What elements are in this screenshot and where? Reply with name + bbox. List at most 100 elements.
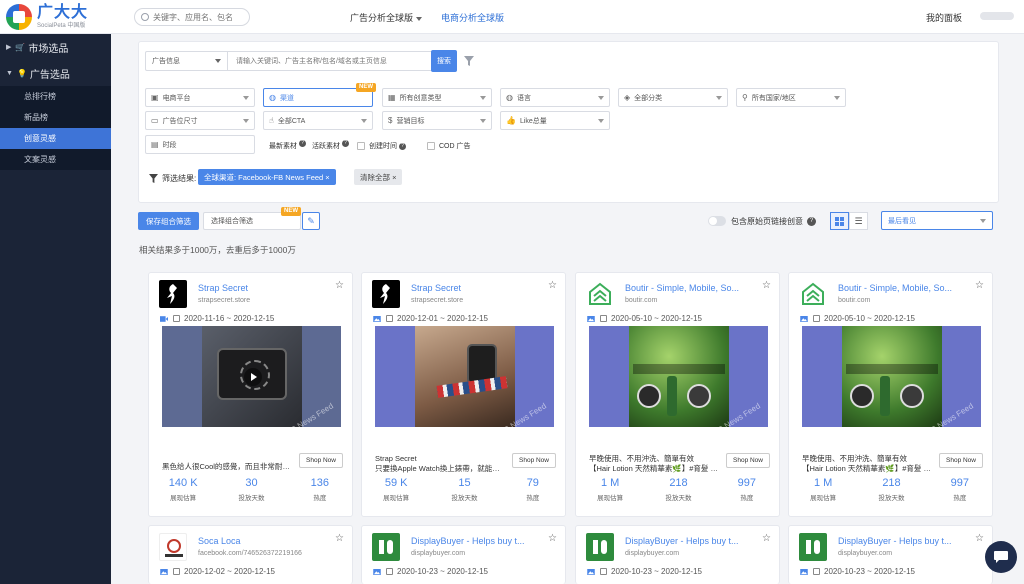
chat-support-button[interactable] <box>985 541 1017 573</box>
logo[interactable]: 广大大 SocialPeta 中国版 <box>6 4 88 30</box>
advertiser-name[interactable]: DisplayBuyer - Helps buy t... <box>838 536 973 546</box>
ad-size-select[interactable]: ▭ 广告位尺寸 <box>145 111 255 130</box>
calendar-icon <box>173 568 180 575</box>
include-landing-label: 包含原始页链接创意? <box>731 216 816 227</box>
active-material-filter[interactable]: 活跃素材? <box>312 139 349 151</box>
star-icon[interactable]: ☆ <box>975 280 984 291</box>
advertiser-name[interactable]: Strap Secret <box>198 283 333 293</box>
cta-select[interactable]: ☝ 全部CTA <box>263 111 373 130</box>
search-button[interactable]: 搜索 <box>431 50 457 72</box>
sidebar-group-market[interactable]: ▶ 🛒 市场选品 <box>0 34 111 60</box>
advertiser-name[interactable]: DisplayBuyer - Helps buy t... <box>411 536 546 546</box>
days-stat: 218 投放天数 <box>857 477 925 502</box>
marketing-goal-select[interactable]: $ 营销目标 <box>382 111 492 130</box>
sidebar-item-total-rank[interactable]: 总排行榜 <box>0 86 111 107</box>
advertiser-name[interactable]: Soca Loca <box>198 536 333 546</box>
chevron-down-icon <box>416 16 423 21</box>
like-total-select[interactable]: 👍 Like总量 <box>500 111 610 130</box>
ad-card[interactable]: Strap Secret strapsecret.store ☆ 2020-12… <box>361 272 566 517</box>
star-icon[interactable]: ☆ <box>548 533 557 544</box>
latest-material-filter[interactable]: 最新素材? <box>269 139 306 151</box>
top-search-box[interactable] <box>134 8 250 26</box>
ad-copy-title: Strap Secret <box>375 454 417 463</box>
days-value: 218 <box>882 477 901 489</box>
advertiser-name[interactable]: Boutir - Simple, Mobile, So... <box>625 283 760 293</box>
help-icon[interactable]: ? <box>807 217 816 226</box>
date-range-text: 2020-11-16 ~ 2020-12-15 <box>184 314 275 323</box>
heat-stat: 136 热度 <box>286 477 354 502</box>
tab-ad-analysis[interactable]: 广告分析全球版 <box>350 11 423 24</box>
category-select[interactable]: ◈ 全部分类 <box>618 88 728 107</box>
my-dashboard-link[interactable]: 我的面板 <box>926 11 962 24</box>
language-select[interactable]: ◍ 语言 <box>500 88 610 107</box>
cta-button[interactable]: Shop Now <box>939 453 983 468</box>
list-view-button[interactable]: ☰ <box>849 212 868 230</box>
days-value: 218 <box>669 477 688 489</box>
calendar-icon <box>600 568 607 575</box>
date-range: 2020-10-23 ~ 2020-12-15 <box>373 567 488 576</box>
star-icon[interactable]: ☆ <box>762 280 771 291</box>
sidebar-item-copy[interactable]: 文案灵感 <box>0 149 111 170</box>
creative-media[interactable]: FB News Feed <box>802 326 981 427</box>
user-avatar[interactable] <box>980 12 1014 20</box>
sort-select[interactable]: 最后看见 <box>881 211 993 230</box>
tab-ecommerce-analysis[interactable]: 电商分析全球版 <box>441 11 504 24</box>
star-icon[interactable]: ☆ <box>762 533 771 544</box>
grid-view-button[interactable] <box>830 212 849 230</box>
sidebar-item-new-products[interactable]: 新品榜 <box>0 107 111 128</box>
save-combo-button[interactable]: 保存组合筛选 <box>138 212 199 230</box>
advertiser-logo <box>159 533 187 561</box>
include-landing-toggle[interactable] <box>708 216 726 226</box>
heat-value: 79 <box>526 477 539 489</box>
country-select[interactable]: ⚲ 所有国家/地区 <box>736 88 846 107</box>
ad-card[interactable]: DisplayBuyer - Helps buy t... displaybuy… <box>788 525 993 584</box>
top-search-input[interactable] <box>153 12 243 22</box>
advertiser-logo <box>372 533 400 561</box>
ad-card[interactable]: Strap Secret strapsecret.store ☆ 2020-11… <box>148 272 353 517</box>
ad-size-label: 广告位尺寸 <box>162 117 198 125</box>
advertiser-domain: displaybuyer.com <box>411 550 466 557</box>
ad-card[interactable]: Boutir - Simple, Mobile, So... boutir.co… <box>575 272 780 517</box>
creative-media[interactable]: FB News Feed <box>162 326 341 427</box>
ad-search-box: 广告信息 <box>145 51 457 71</box>
star-icon[interactable]: ☆ <box>975 533 984 544</box>
cta-button[interactable]: Shop Now <box>512 453 556 468</box>
cta-button[interactable]: Shop Now <box>726 453 770 468</box>
sidebar-group-ad[interactable]: ▼ 💡 广告选品 <box>0 60 111 86</box>
cod-ad-checkbox[interactable]: COD 广告 <box>427 141 471 151</box>
advertiser-name[interactable]: Strap Secret <box>411 283 546 293</box>
date-range: 2020-05-10 ~ 2020-12-15 <box>800 314 915 323</box>
clear-all-tag[interactable]: 清除全部 × <box>354 169 403 185</box>
created-time-checkbox[interactable]: 创建时间? <box>357 141 406 151</box>
star-icon[interactable]: ☆ <box>548 280 557 291</box>
checkbox[interactable] <box>427 142 435 150</box>
ad-search-input[interactable] <box>228 52 456 70</box>
advertiser-name[interactable]: DisplayBuyer - Helps buy t... <box>625 536 760 546</box>
advertiser-domain: boutir.com <box>838 297 871 304</box>
star-icon[interactable]: ☆ <box>335 533 344 544</box>
sidebar-item-creative[interactable]: 创意灵感 <box>0 128 111 149</box>
chat-icon <box>994 551 1008 563</box>
filter-icon[interactable] <box>464 56 474 66</box>
tab-ad-analysis-label: 广告分析全球版 <box>350 13 414 23</box>
time-range-select[interactable]: ▤ 时段 <box>145 135 255 154</box>
edit-combo-button[interactable]: ✎ <box>302 212 320 230</box>
ecommerce-platform-select[interactable]: ▣ 电商平台 <box>145 88 255 107</box>
channel-filter-tag[interactable]: 全球渠道: Facebook-FB News Feed × <box>198 169 336 185</box>
chevron-down-icon <box>480 95 486 100</box>
ad-card[interactable]: Soca Loca facebook.com/746526372219166 ☆… <box>148 525 353 584</box>
checkbox[interactable] <box>357 142 365 150</box>
chevron-down-icon <box>980 218 986 223</box>
creative-type-select[interactable]: ▦ 所有创意类型 <box>382 88 492 107</box>
sidebar-group-ad-label: 广告选品 <box>29 69 70 81</box>
cta-button[interactable]: Shop Now <box>299 453 343 468</box>
ad-card[interactable]: Boutir - Simple, Mobile, So... boutir.co… <box>788 272 993 517</box>
search-type-select[interactable]: 广告信息 <box>146 52 228 70</box>
ad-card[interactable]: DisplayBuyer - Helps buy t... displaybuy… <box>361 525 566 584</box>
star-icon[interactable]: ☆ <box>335 280 344 291</box>
creative-media[interactable]: FB News Feed <box>375 326 554 427</box>
advertiser-name[interactable]: Boutir - Simple, Mobile, So... <box>838 283 973 293</box>
play-icon[interactable] <box>244 368 262 386</box>
ad-card[interactable]: DisplayBuyer - Helps buy t... displaybuy… <box>575 525 780 584</box>
creative-media[interactable]: FB News Feed <box>589 326 768 427</box>
